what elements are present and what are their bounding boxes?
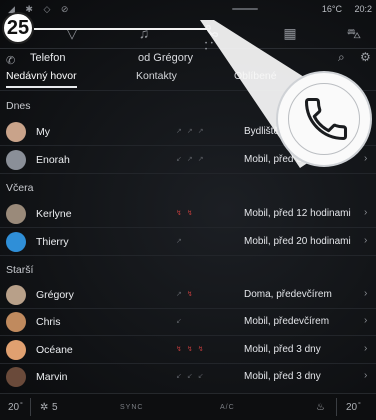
callout-wedge xyxy=(200,20,372,168)
callout-badge: 25 xyxy=(2,12,34,44)
callout-line xyxy=(34,28,210,30)
phone-icon-magnified xyxy=(276,71,372,167)
phone-icon xyxy=(304,97,348,141)
phone-screen: ◢ ✱ ◇ ⊘ 16°C 20:2 ▽ ♫ ▦ ⛍ • • • ✆ Telefo… xyxy=(0,0,376,420)
